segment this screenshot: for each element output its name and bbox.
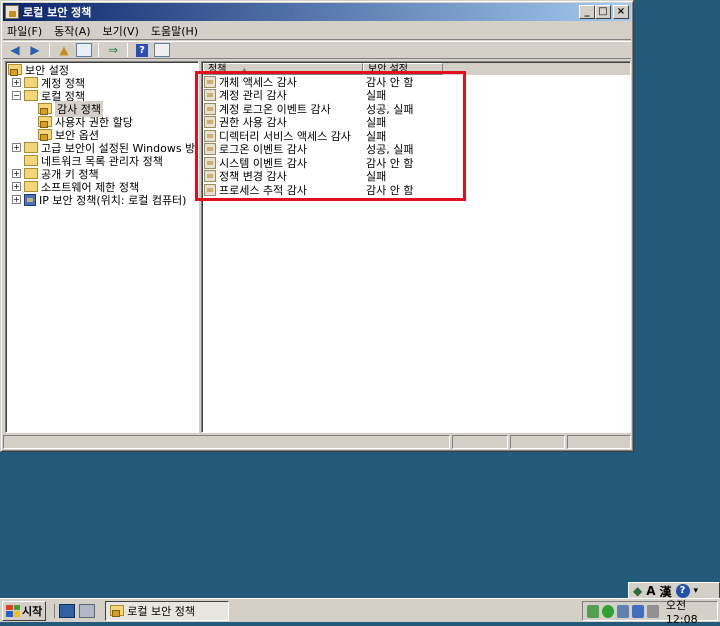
window-title: 로컬 보안 정책 [23, 6, 92, 19]
folder-lock-icon [38, 103, 52, 115]
menu-help[interactable]: 도움말(H) [151, 23, 198, 39]
security-policy-app-icon [5, 5, 19, 19]
folder-icon [24, 168, 38, 179]
folder-lock-icon [38, 116, 52, 128]
list-item[interactable]: 프로세스 추적 감사 감사 안 함 [204, 183, 413, 197]
expand-icon[interactable]: + [12, 195, 21, 204]
minimize-button[interactable]: _ [579, 5, 595, 19]
task-label: 로컬 보안 정책 [127, 604, 195, 618]
folder-open-icon [24, 90, 38, 101]
folder-lock-icon [38, 129, 52, 141]
expand-icon[interactable]: + [12, 143, 21, 152]
policy-setting: 감사 안 함 [366, 183, 414, 197]
status-bar [3, 435, 631, 449]
policy-name: 프로세스 추적 감사 [219, 183, 307, 197]
clock[interactable]: 오전 12:08 [666, 597, 717, 626]
network-icon[interactable] [587, 604, 599, 618]
folder-icon [24, 181, 38, 192]
audit-policy-icon [204, 170, 216, 183]
audit-policy-icon [204, 89, 216, 102]
langbar-options-icon[interactable]: ▾ [694, 586, 699, 596]
audit-policy-icon [204, 156, 216, 169]
audit-policy-icon [204, 102, 216, 115]
status-cell-main [3, 435, 451, 449]
folder-icon [24, 142, 38, 153]
start-button[interactable]: 시작 [2, 600, 47, 621]
start-label: 시작 [22, 604, 43, 618]
ip-security-icon [24, 193, 36, 206]
network-status-icon[interactable] [631, 604, 644, 618]
show-hide-tree-icon[interactable] [76, 43, 92, 57]
security-policy-task-icon [110, 605, 125, 617]
audit-policy-icon [204, 129, 216, 142]
local-security-policy-window: 로컬 보안 정책 _ □ × 파일(F) 동작(A) 보기(V) 도움말(H) … [0, 0, 634, 452]
status-cell [452, 435, 508, 449]
policy-list-pane: 정책 ▲ 보안 설정 개체 액세스 감사 감사 안 함 계정 관리 감사 실패 … [201, 61, 631, 433]
quick-launch [54, 603, 96, 618]
toolbar-separator [98, 43, 99, 57]
show-desktop-icon[interactable] [59, 603, 76, 618]
expand-icon[interactable]: + [12, 78, 21, 87]
expand-icon[interactable]: + [12, 169, 21, 178]
security-settings-icon [8, 64, 22, 76]
ime-settings-icon[interactable]: ◆ [633, 584, 642, 598]
menu-view[interactable]: 보기(V) [103, 23, 139, 39]
folder-icon [24, 77, 38, 88]
tree-node-ip-security[interactable]: + IP 보안 정책(위치: 로컬 컴퓨터) [12, 193, 187, 207]
audit-policy-icon [204, 116, 216, 129]
toolbar-separator [49, 43, 50, 57]
properties-icon[interactable] [154, 43, 170, 57]
taskbar-item-local-security-policy[interactable]: 로컬 보안 정책 [105, 600, 230, 621]
menu-file[interactable]: 파일(F) [7, 23, 42, 39]
close-button[interactable]: × [613, 5, 629, 19]
maximize-button[interactable]: □ [595, 5, 611, 19]
security-icon[interactable] [601, 604, 614, 618]
status-cell [567, 435, 631, 449]
menu-bar: 파일(F) 동작(A) 보기(V) 도움말(H) [3, 22, 631, 40]
tree-pane: 보안 설정 + 계정 정책 − 로컬 정책 감사 정책 사용자 권한 할당 보안… [5, 61, 199, 433]
display-icon[interactable] [616, 604, 629, 618]
ime-mode-a[interactable]: A [646, 584, 655, 598]
tree-label: IP 보안 정책(위치: 로컬 컴퓨터) [39, 193, 187, 207]
expand-icon[interactable]: + [12, 182, 21, 191]
audit-policy-icon [204, 75, 216, 88]
system-tray: 오전 12:08 [582, 599, 718, 626]
up-folder-icon[interactable]: ▲ [56, 43, 72, 57]
help-icon[interactable]: ? [134, 43, 150, 57]
audit-policy-icon [204, 183, 216, 196]
server-manager-icon[interactable] [79, 603, 96, 618]
audit-policy-icon [204, 143, 216, 156]
forward-arrow-icon[interactable]: ▶ [27, 43, 43, 57]
menu-action[interactable]: 동작(A) [54, 23, 90, 39]
taskbar: 시작 로컬 보안 정책 오전 12:08 [0, 598, 720, 626]
volume-icon[interactable] [646, 604, 659, 618]
toolbar-separator [127, 43, 128, 57]
back-arrow-icon[interactable]: ◀ [7, 43, 23, 57]
collapse-icon[interactable]: − [12, 91, 21, 100]
windows-logo-icon [6, 604, 20, 617]
export-list-icon[interactable]: ⇒ [105, 43, 121, 57]
title-bar[interactable]: 로컬 보안 정책 _ □ × [3, 3, 631, 21]
toolbar: ◀ ▶ ▲ ⇒ ? [3, 41, 631, 59]
folder-icon [24, 155, 38, 166]
status-cell [509, 435, 566, 449]
